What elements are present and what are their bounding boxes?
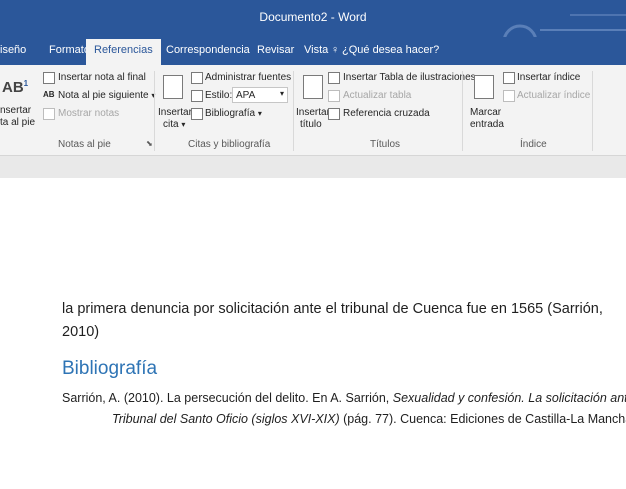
captions-group-label: Títulos [370,139,401,150]
update-index-button[interactable]: Actualizar índice [517,90,590,101]
bibliography-heading[interactable]: Bibliografía [62,358,157,380]
insert-index-button[interactable]: Insertar índice [517,72,580,83]
insert-table-of-figures-button[interactable]: Insertar Tabla de ilustraciones [343,72,476,83]
cross-reference-icon [328,108,340,120]
footnotes-group-label: Notas al pie [58,139,111,150]
bibliography-icon [191,108,203,120]
ruler-area [0,156,626,178]
insert-footnote-label-1[interactable]: nsertar [0,105,31,116]
bibliography-button[interactable]: Bibliografía ▾ [205,108,262,119]
tab-revisar[interactable]: Revisar [257,44,294,56]
group-divider [154,71,155,151]
ribbon-tabs: iseño Formato Referencias Correspondenci… [0,37,626,65]
insert-footnote-icon[interactable]: AB1 [2,79,28,96]
insert-citation-label-1[interactable]: Insertar [158,107,192,118]
style-select[interactable]: APA ▾ [232,87,288,103]
group-divider [293,71,294,151]
manage-sources-icon [191,72,203,84]
tab-diseno[interactable]: iseño [0,44,26,56]
dialog-launcher-icon[interactable]: ⬊ [146,139,153,148]
style-icon [191,90,203,102]
bibliography-entry[interactable]: Sarrión, A. (2010). La persecución del d… [62,388,626,430]
update-table-icon [328,90,340,102]
index-group-label: Índice [520,139,547,150]
body-paragraph[interactable]: la primera denuncia por solicitación ant… [62,298,622,344]
cross-reference-button[interactable]: Referencia cruzada [343,108,430,119]
tab-vista[interactable]: Vista [304,44,328,56]
next-footnote-button[interactable]: Nota al pie siguiente ▾ [58,90,155,101]
insert-citation-label-2[interactable]: cita ▾ [163,119,185,130]
insert-endnote-icon [43,72,55,84]
insert-caption-icon [303,75,323,99]
insert-citation-icon [163,75,183,99]
update-index-icon [503,90,515,102]
style-label: Estilo: [205,90,233,101]
tab-referencias[interactable]: Referencias [86,39,161,65]
insert-caption-label-2[interactable]: título [300,119,322,130]
group-divider [462,71,463,151]
show-notes-button[interactable]: Mostrar notas [58,108,119,119]
insert-caption-label-1[interactable]: Insertar [296,107,330,118]
citations-group-label: Citas y bibliografía [188,139,271,150]
lightbulb-icon: ♀ [331,44,340,56]
insert-index-icon [503,72,515,84]
mark-entry-icon [474,75,494,99]
tell-me-search[interactable]: ¿Qué desea hacer? [342,44,439,56]
group-divider [592,71,593,151]
tab-formato[interactable]: Formato [49,44,90,56]
insert-footnote-label-2[interactable]: ta al pie [0,117,35,128]
ribbon: AB1 nsertar ta al pie Insertar nota al f… [0,65,626,156]
mark-entry-label-1[interactable]: Marcar [470,107,501,118]
title-bar: Documento2 - Word R [0,0,626,60]
tab-correspondencia[interactable]: Correspondencia [166,44,250,56]
mark-entry-label-2[interactable]: entrada [470,119,504,130]
insert-endnote-button[interactable]: Insertar nota al final [58,72,146,83]
next-footnote-icon: AB [43,90,55,99]
update-table-button[interactable]: Actualizar tabla [343,90,411,101]
chevron-down-icon: ▾ [279,89,284,98]
manage-sources-button[interactable]: Administrar fuentes [205,72,291,83]
table-of-figures-icon [328,72,340,84]
show-notes-icon [43,108,55,120]
